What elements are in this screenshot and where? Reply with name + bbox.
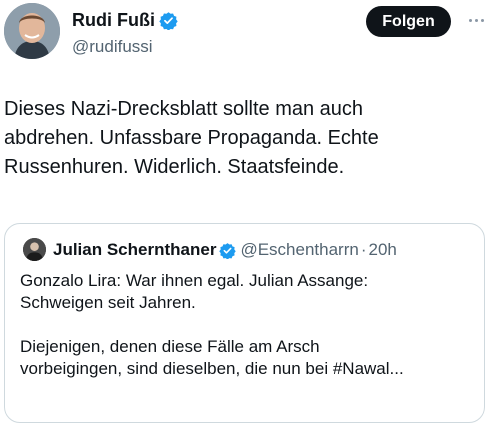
quoted-tweet-text: Gonzalo Lira: War ihnen egal. Julian Ass… bbox=[20, 271, 404, 378]
quoted-verified-badge-icon bbox=[219, 242, 237, 259]
tweet-text: Dieses Nazi-Drecksblatt sollte man auch … bbox=[4, 98, 379, 178]
more-options-icon[interactable] bbox=[462, 12, 490, 28]
follow-button[interactable]: Folgen bbox=[366, 6, 451, 37]
quoted-tweet-card[interactable]: Julian Schernthaner @Eschentharrn · 20h … bbox=[4, 223, 485, 423]
author-name[interactable]: Rudi Fußi bbox=[72, 10, 155, 31]
quoted-separator: · bbox=[360, 240, 367, 259]
author-name-row: Rudi Fußi bbox=[72, 10, 178, 31]
quoted-tweet-header: Julian Schernthaner @Eschentharrn · 20h bbox=[53, 238, 397, 262]
verified-badge-icon bbox=[159, 11, 178, 30]
author-handle[interactable]: @rudifussi bbox=[72, 37, 153, 57]
quoted-author-avatar[interactable] bbox=[23, 238, 46, 261]
quoted-timestamp[interactable]: 20h bbox=[368, 240, 396, 260]
quoted-author-name[interactable]: Julian Schernthaner bbox=[53, 240, 216, 260]
author-avatar[interactable] bbox=[4, 3, 60, 59]
quoted-author-handle[interactable]: @Eschentharrn bbox=[240, 240, 358, 260]
